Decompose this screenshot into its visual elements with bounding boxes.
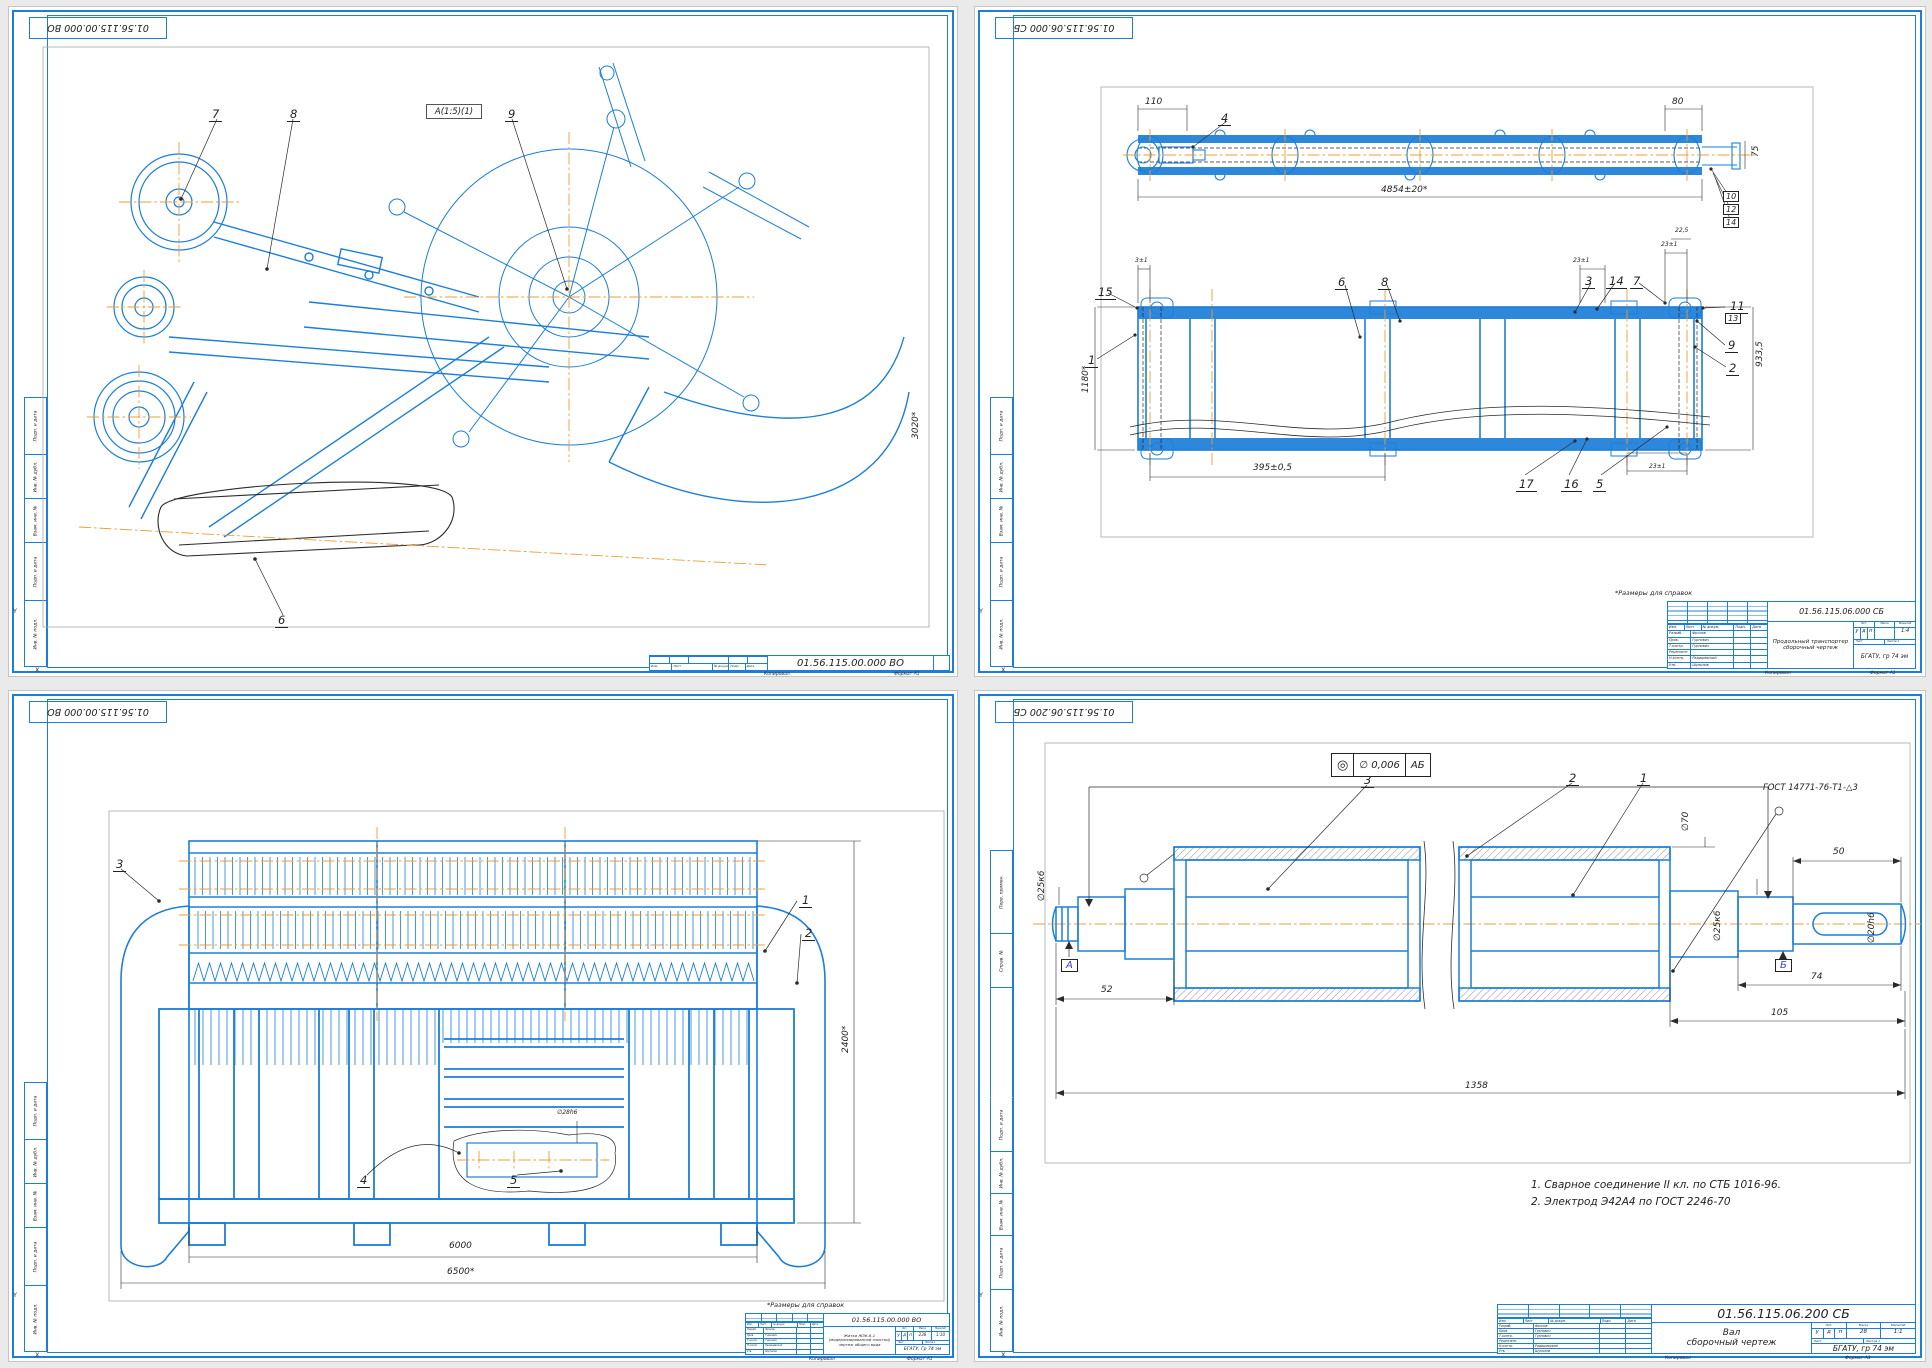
title-block: Изм.Лист№ докум.Подп.ДатаРазраб.ФроловПр… [1667,601,1916,669]
organization: БГАТУ, Гр 74 эм [896,1345,949,1354]
format-label: Формат А1 [1870,671,1896,676]
corner-mark-x: X [35,666,39,674]
reference-note: *Размеры для справок [1615,589,1692,597]
title-block-name: Вал сборочный чертеж [1652,1323,1812,1353]
conveyor-drawing [975,7,1927,678]
corner-mark-y: Y [13,607,17,615]
copied-label: Копировал [809,1357,835,1362]
shaft-drawing [975,691,1927,1363]
title-block-name: Жатка ЖЗК-6-1 (модернизированной очистки… [824,1327,896,1354]
title-block-doc-number: 01.56.115.06.000 СБ [1768,602,1915,622]
sheet-header-general-view: 01.56.115.00.000 ВО Подп. и датаИнв. № д… [8,690,958,1362]
title-block: Изм.Лист№ докум.Подп.ДатаРазраб.ФроловПр… [745,1313,950,1355]
title-block-row [650,656,767,663]
title-block-name: Продольный транспортер сборочный чертеж [1768,622,1854,668]
header-drawing [9,691,959,1363]
copied-label: Копировал [1765,671,1791,676]
title-block-row: Изм.Лист№ докум.Подп.Дата [650,663,767,670]
corner-mark-y: Y [13,1291,17,1299]
sheet-shaft-assembly: 01.56.115.06.200 СБ Перв. примен.Справ. … [974,690,1926,1362]
title-block: Изм.Лист№ докум.Подп.Дата 01.56.115.00.0… [649,655,950,671]
title-block-row: Утв.Шупилов [1668,662,1767,668]
title-block-doc-number: 01.56.115.00.000 ВО [768,656,933,670]
reference-note: *Размеры для справок [767,1301,844,1309]
copied-label: Копировал [1665,1356,1691,1361]
copied-label: Копировал [764,672,790,677]
organization: БГАТУ, гр 74 эм [1854,645,1915,668]
corner-mark-x: X [35,1351,39,1359]
view-label: А(1:5)(1) [426,104,482,119]
sheet-conveyor-assembly: 01.56.115.06.000 СБ Подп. и датаИнв. № д… [974,6,1926,677]
coaxiality-icon: ◎ [1332,754,1353,776]
format-label: Формат А3 [1845,1356,1871,1361]
title-block-row: Утв.Шупилов [1498,1348,1651,1353]
drawings-collage: 01.56.115.00.000 ВО Подп. и датаИнв. № д… [0,0,1932,1368]
corner-mark-x: X [1001,1351,1005,1359]
corner-mark-y: Y [979,607,983,615]
sheet-general-view: 01.56.115.00.000 ВО Подп. и датаИнв. № д… [8,6,958,677]
organization: БГАТУ, гр 74 эм [1812,1344,1915,1353]
format-label: Формат А1 [894,672,920,677]
position-tolerance-frame: ◎ ∅ 0,006 АБ [1331,753,1431,777]
title-block-end-cell [933,656,949,670]
format-label: Формат А1 [907,1357,933,1362]
corner-mark-x: X [1001,666,1005,674]
general-view-drawing [9,7,959,678]
technical-notes: 1. Сварное соединение II кл. по СТБ 1016… [1531,1177,1781,1211]
title-block-doc-number: 01.56.115.00.000 ВО [824,1314,949,1327]
title-block-doc-number: 01.56.115.06.200 СБ [1652,1305,1915,1323]
title-block-revision-cells: Изм.Лист№ докум.Подп.Дата [650,656,768,670]
corner-mark-y: Y [979,1291,983,1299]
title-block-row: Утв.Шупилов [746,1349,823,1354]
title-block: Изм.Лист№ докум.Подп.ДатаРазраб.ФроловПр… [1497,1304,1916,1354]
